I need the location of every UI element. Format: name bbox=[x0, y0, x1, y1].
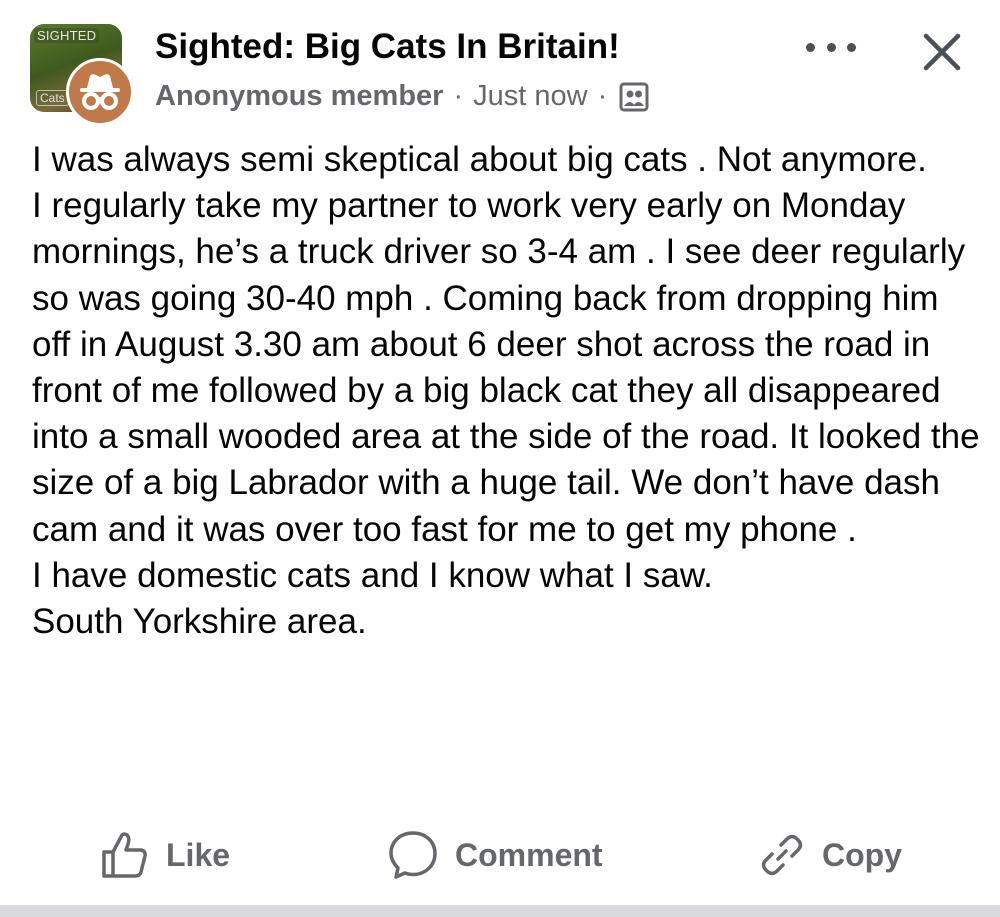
section-divider bbox=[0, 905, 1000, 917]
group-members-icon bbox=[619, 82, 649, 112]
like-label: Like bbox=[166, 836, 231, 873]
post-paragraph: South Yorkshire area. bbox=[32, 602, 367, 642]
group-name[interactable]: Sighted: Big Cats In Britain! bbox=[155, 27, 620, 67]
close-icon[interactable] bbox=[918, 28, 966, 76]
post-meta: Anonymous member · Just now · bbox=[155, 80, 649, 113]
thumbs-up-icon bbox=[102, 832, 147, 878]
copy-label: Copy bbox=[822, 836, 902, 873]
meta-separator: · bbox=[453, 80, 464, 112]
comment-button[interactable]: Comment bbox=[387, 820, 603, 890]
group-thumbnail-tag: SIGHTED bbox=[34, 28, 100, 43]
post-header: SIGHTED Cats Sighted: Big Cats In Britai… bbox=[0, 0, 1000, 130]
link-icon bbox=[761, 834, 803, 876]
anonymous-avatar[interactable] bbox=[66, 58, 134, 126]
like-button[interactable]: Like bbox=[100, 820, 230, 890]
meta-separator: · bbox=[597, 80, 608, 112]
action-bar: Like Comment Copy bbox=[0, 820, 1000, 890]
more-options-icon[interactable] bbox=[806, 32, 856, 62]
comment-label: Comment bbox=[455, 836, 603, 873]
post-paragraph: I regularly take my partner to work very… bbox=[32, 186, 980, 549]
post-paragraph: I was always semi skeptical about big ca… bbox=[32, 140, 927, 179]
anonymous-incognito-icon bbox=[80, 74, 120, 110]
post-time[interactable]: Just now bbox=[473, 80, 587, 113]
copy-link-button[interactable]: Copy bbox=[758, 820, 902, 890]
post-body: I was always semi skeptical about big ca… bbox=[32, 137, 982, 645]
post-paragraph: I have domestic cats and I know what I s… bbox=[32, 555, 713, 595]
group-thumbnail-tag-2: Cats bbox=[36, 90, 69, 106]
comment-bubble-icon bbox=[389, 831, 437, 879]
author-name[interactable]: Anonymous member bbox=[155, 80, 443, 113]
